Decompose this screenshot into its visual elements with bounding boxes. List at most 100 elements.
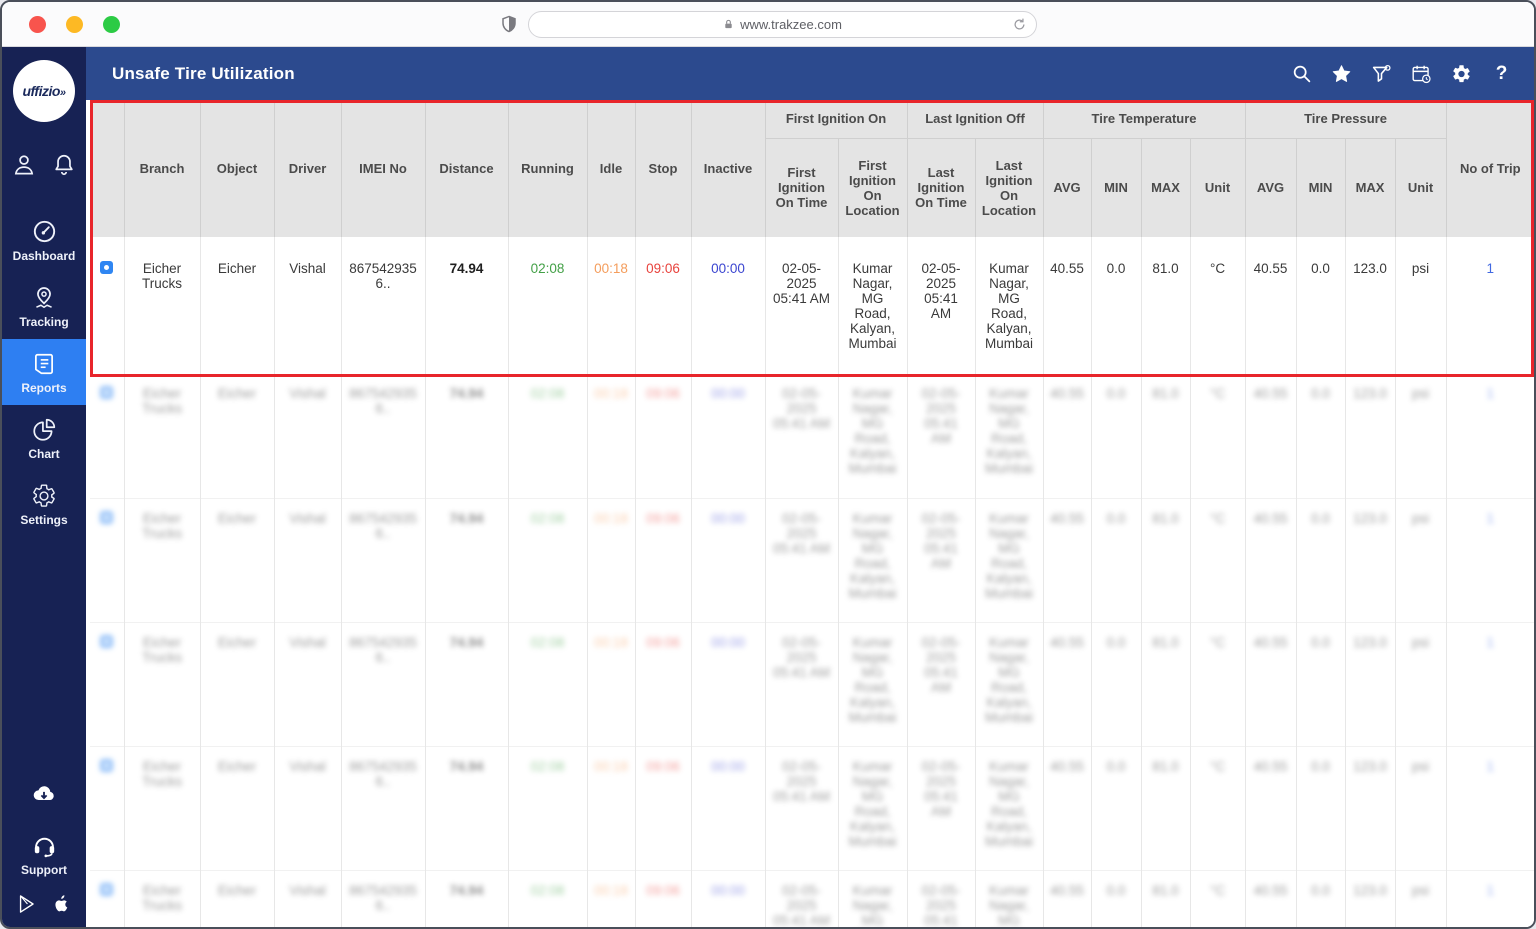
cell-inactive: 00:00 [711, 386, 745, 401]
cell-tire-pressure-unit: psi [1411, 634, 1430, 650]
browser-window: www.trakzee.com uffizio » Dashboard Trac… [0, 0, 1536, 929]
cell-last-ignition-on-time: 02-05-2025 05:41 AM [921, 758, 961, 819]
cell-imei: 8675429356.. [349, 510, 417, 541]
search-icon[interactable] [1291, 63, 1312, 84]
apple-icon[interactable] [50, 893, 72, 915]
sidebar-item-support[interactable]: Support [2, 832, 86, 887]
user-icon[interactable] [11, 152, 37, 178]
cell-no-of-trip-link[interactable]: 1 [1487, 511, 1495, 526]
report-document-icon [31, 351, 57, 377]
cell-running: 02:08 [530, 510, 565, 526]
cell-first-ignition-on-time: 02-05-2025 05:41 AM [772, 510, 831, 556]
table-row: Eicher Trucks Eicher Vishal 8675429356.. 74.… [90, 237, 1534, 374]
cell-no-of-trip-link[interactable]: 1 [1487, 261, 1495, 276]
cell-tire-pressure-unit: psi [1411, 882, 1430, 898]
cell-last-ignition-on-location: Kumar Nagar, MG Road, Kalyan, Mumbai [985, 261, 1034, 351]
cell-tire-pressure-min: 0.0 [1311, 261, 1330, 276]
cell-first-ignition-on-time: 02-05-2025 05:41 AM [772, 758, 831, 804]
sidebar-item-settings[interactable]: Settings [2, 471, 86, 537]
column-header-last-ignition-on-time: Last Ignition On Time [907, 138, 976, 237]
vehicle-status-icon[interactable] [100, 510, 114, 524]
cell-tire-temp-avg: 40.55 [1050, 261, 1084, 276]
calendar-schedule-icon[interactable] [1411, 63, 1432, 84]
minimize-window-button[interactable] [66, 15, 83, 33]
uffizio-logo[interactable]: uffizio [13, 60, 75, 122]
cell-stop: 09:06 [646, 758, 680, 774]
cell-tire-pressure-min: 0.0 [1311, 882, 1330, 898]
sidebar-item-tracking[interactable]: Tracking [2, 273, 86, 339]
cell-branch: Eicher Trucks [142, 634, 182, 665]
cell-first-ignition-on-location: Kumar Nagar, MG Road, Kalyan, Mumbai [852, 882, 893, 928]
cell-running: 02:08 [530, 386, 565, 401]
cell-tire-pressure-avg: 40.55 [1253, 386, 1288, 401]
maximize-window-button[interactable] [103, 15, 120, 33]
vehicle-status-icon[interactable] [100, 261, 114, 274]
column-header-object: Object [200, 100, 275, 237]
cell-tire-temp-min: 0.0 [1106, 882, 1126, 898]
cell-branch: Eicher Trucks [142, 510, 182, 541]
cell-tire-pressure-min: 0.0 [1311, 758, 1330, 774]
filter-icon[interactable] [1371, 63, 1392, 84]
sidebar-item-chart[interactable]: Chart [2, 405, 86, 471]
star-favorite-icon[interactable] [1331, 63, 1352, 84]
cell-last-ignition-on-time: 02-05-2025 05:41 AM [921, 261, 961, 321]
vehicle-status-icon[interactable] [100, 386, 114, 399]
vehicle-status-icon[interactable] [100, 882, 114, 896]
cell-distance: 74.94 [449, 386, 484, 401]
cell-tire-pressure-max: 123.0 [1353, 882, 1387, 898]
close-window-button[interactable] [29, 15, 46, 33]
cell-last-ignition-on-location: Kumar Nagar, MG Road, Kalyan, Mumbai [985, 758, 1034, 849]
sidebar-item-dashboard[interactable]: Dashboard [2, 206, 86, 273]
cell-no-of-trip-link[interactable]: 1 [1487, 883, 1495, 898]
cell-stop: 09:06 [646, 510, 680, 526]
cell-no-of-trip-link[interactable]: 1 [1487, 386, 1495, 401]
cell-inactive: 00:00 [711, 261, 745, 276]
cell-tire-pressure-min: 0.0 [1311, 634, 1330, 650]
url-bar[interactable]: www.trakzee.com [528, 10, 1037, 38]
vehicle-status-icon[interactable] [100, 758, 114, 772]
table-header: Branch Object Driver IMEI No Distance Ru… [90, 100, 1534, 237]
cell-last-ignition-on-time: 02-05-2025 05:41 AM [921, 634, 961, 695]
sidebar-item-reports[interactable]: Reports [2, 339, 86, 405]
group-header-tire-temperature: Tire Temperature [1043, 100, 1246, 139]
url-text: www.trakzee.com [740, 16, 842, 32]
cell-tire-temp-unit: °C [1209, 510, 1226, 526]
cell-last-ignition-on-location: Kumar Nagar, MG Road, Kalyan, Mumbai [985, 634, 1034, 725]
reload-icon[interactable] [1012, 17, 1027, 32]
column-header-tt-avg: AVG [1043, 138, 1092, 237]
cell-running: 02:08 [530, 882, 565, 898]
column-header-tp-unit: Unit [1395, 138, 1447, 237]
cell-stop: 09:06 [646, 882, 680, 898]
cell-idle: 00:18 [594, 758, 628, 774]
traffic-lights [29, 15, 120, 33]
column-header-driver: Driver [274, 100, 342, 237]
cell-first-ignition-on-time: 02-05-2025 05:41 AM [772, 882, 831, 928]
cell-tire-temp-max: 81.0 [1152, 634, 1179, 650]
dashboard-gauge-icon [31, 218, 58, 245]
column-header-first-ignition-on-time: First Ignition On Time [765, 138, 839, 237]
table-row: Eicher Trucks Eicher Vishal 8675429356.. 74.… [90, 746, 1534, 870]
cell-inactive: 00:00 [711, 758, 745, 774]
google-play-icon[interactable] [16, 893, 38, 915]
cell-tire-pressure-unit: psi [1411, 261, 1430, 276]
cell-tire-temp-avg: 40.55 [1050, 510, 1084, 526]
cell-branch: Eicher Trucks [142, 882, 182, 913]
table-row: Eicher Trucks Eicher Vishal 8675429356.. 74.… [90, 622, 1534, 746]
help-icon[interactable]: ? [1491, 63, 1512, 84]
cell-tire-pressure-avg: 40.55 [1253, 261, 1288, 276]
column-header-imei: IMEI No [341, 100, 426, 237]
cell-imei: 8675429356.. [349, 634, 417, 665]
cell-no-of-trip-link[interactable]: 1 [1487, 759, 1495, 774]
cell-imei: 8675429356.. [349, 386, 417, 416]
cell-first-ignition-on-location: Kumar Nagar, MG Road, Kalyan, Mumbai [848, 634, 897, 725]
cell-last-ignition-on-time: 02-05-2025 05:41 AM [921, 510, 961, 571]
notifications-bell-icon[interactable] [51, 152, 77, 178]
cell-tire-temp-unit: °C [1209, 261, 1226, 276]
cloud-download-icon[interactable] [27, 780, 61, 806]
table-row: Eicher Trucks Eicher Vishal 8675429356.. 74.… [90, 498, 1534, 622]
settings-gear-icon[interactable] [1451, 63, 1472, 84]
cell-no-of-trip-link[interactable]: 1 [1487, 635, 1495, 650]
shield-privacy-icon[interactable] [500, 14, 518, 34]
cell-driver: Vishal [289, 882, 326, 898]
vehicle-status-icon[interactable] [100, 634, 114, 648]
